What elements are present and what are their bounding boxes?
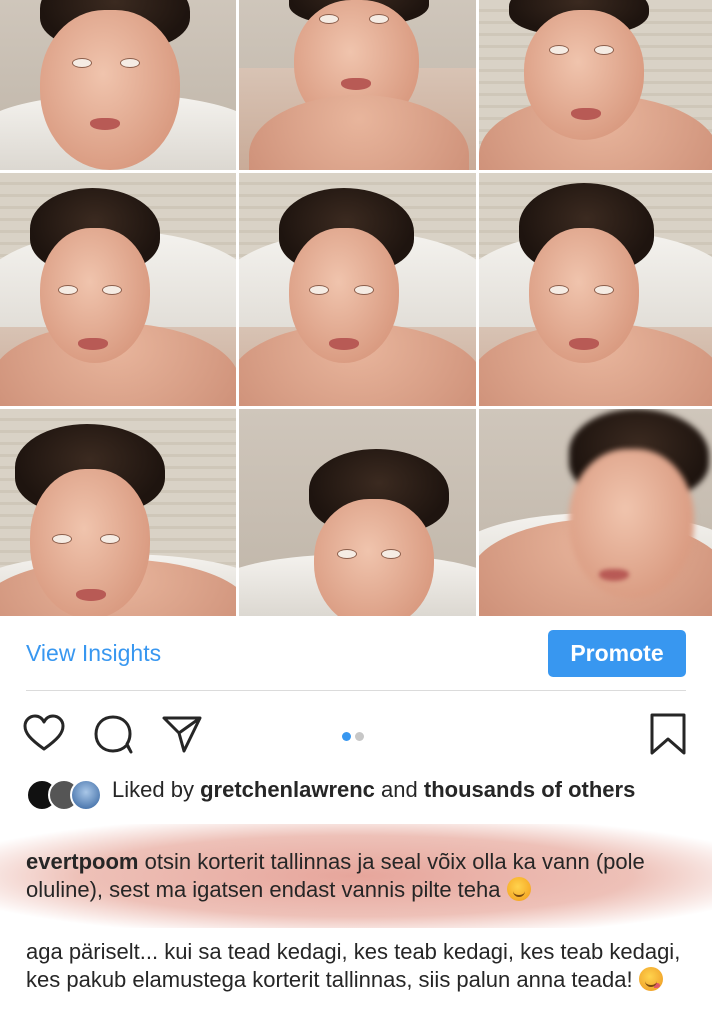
- carousel-indicator: [342, 728, 368, 741]
- bookmark-icon[interactable]: [646, 712, 690, 756]
- likes-text: Liked by gretchenlawrenc and thousands o…: [112, 777, 636, 802]
- post-caption: evertpoom otsin korterit tallinnas ja se…: [26, 848, 686, 904]
- photo-tile[interactable]: [239, 409, 476, 616]
- divider: [26, 690, 686, 691]
- carousel-dot-active: [342, 732, 351, 741]
- photo-tile[interactable]: [239, 173, 476, 406]
- caption-continuation: aga päriselt... kui sa tead kedagi, kes …: [26, 938, 686, 994]
- liker-username[interactable]: gretchenlawrenc: [200, 777, 375, 802]
- avatar: [70, 779, 102, 811]
- likes-others-link[interactable]: thousands of others: [424, 777, 635, 802]
- promote-button[interactable]: Promote: [548, 630, 686, 677]
- carousel-dot: [355, 732, 364, 741]
- upside-down-face-emoji-icon: [506, 877, 531, 901]
- kissing-face-emoji-icon: [638, 967, 663, 991]
- comment-bubble-icon[interactable]: [92, 712, 136, 756]
- comment-text: aga päriselt... kui sa tead kedagi, kes …: [26, 939, 681, 992]
- photo-tile[interactable]: [0, 0, 236, 170]
- photo-tile[interactable]: [479, 0, 712, 170]
- photo-grid[interactable]: [0, 0, 712, 616]
- photo-tile[interactable]: [479, 173, 712, 406]
- heart-icon[interactable]: [22, 712, 66, 756]
- photo-tile[interactable]: [239, 0, 476, 170]
- photo-tile[interactable]: [479, 409, 712, 616]
- liker-avatars: [26, 779, 106, 811]
- photo-tile[interactable]: [0, 173, 236, 406]
- likes-summary[interactable]: Liked by gretchenlawrenc and thousands o…: [26, 776, 666, 811]
- action-bar: [0, 706, 712, 760]
- insights-bar: View Insights Promote: [26, 630, 686, 678]
- photo-tile[interactable]: [0, 409, 236, 616]
- view-insights-link[interactable]: View Insights: [26, 640, 161, 667]
- caption-username[interactable]: evertpoom: [26, 849, 138, 874]
- paper-plane-icon[interactable]: [160, 712, 204, 756]
